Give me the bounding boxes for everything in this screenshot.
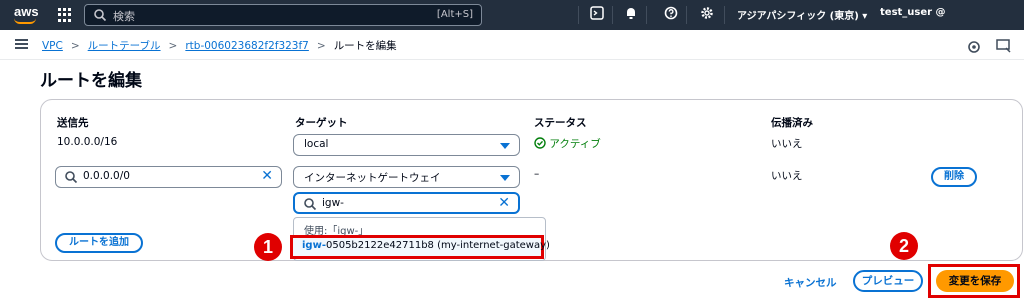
chevron-right-icon: > <box>316 40 326 52</box>
target-filter-value: igw- <box>322 197 344 209</box>
igw-option-match: igw- <box>302 240 326 251</box>
target-select-value: インターネットゲートウェイ <box>304 172 441 184</box>
target-select-value: local <box>304 138 329 150</box>
igw-option-label: igw-0505b2122e42711b8 (my-internet-gatew… <box>302 240 550 251</box>
check-circle-icon <box>534 137 546 149</box>
search-icon <box>304 198 317 211</box>
feedback-icon[interactable] <box>967 39 981 58</box>
destination-input-value: 0.0.0.0/0 <box>83 170 130 182</box>
status-badge: アクティブ <box>534 136 601 151</box>
clear-icon[interactable]: ✕ <box>261 168 273 184</box>
search-icon <box>65 171 78 184</box>
divider <box>578 6 579 24</box>
save-changes-button[interactable]: 変更を保存 <box>936 270 1014 292</box>
column-header-status: ステータス <box>534 117 587 129</box>
menu-icon[interactable] <box>15 39 28 49</box>
bell-icon[interactable] <box>622 6 640 24</box>
region-selector[interactable]: アジアパシフィック (東京) ▾ <box>737 7 867 22</box>
search-icon <box>94 9 107 22</box>
breadcrumb-route-table-id[interactable]: rtb-006023682f2f323f7 <box>185 40 309 52</box>
aws-logo-text: aws <box>14 4 39 19</box>
display-preferences-icon[interactable] <box>996 38 1012 57</box>
igw-option-rest: 0505b2122e42711b8 (my-internet-gateway) <box>325 240 550 251</box>
gear-icon[interactable] <box>698 6 716 24</box>
divider <box>646 6 647 24</box>
add-route-button[interactable]: ルートを追加 <box>55 233 143 253</box>
breadcrumb: VPC > ルートテーブル > rtb-006023682f2f323f7 > ルートを編集 <box>42 38 397 53</box>
account-menu[interactable]: test_user @ <box>880 7 946 18</box>
global-search-input[interactable]: 検索 [Alt+S] <box>84 4 482 26</box>
status-text: アクティブ <box>549 138 601 150</box>
help-icon[interactable] <box>662 6 680 24</box>
column-header-propagated: 伝播済み <box>771 117 813 129</box>
status-text: – <box>534 168 540 180</box>
divider <box>686 6 687 24</box>
search-placeholder: 検索 <box>113 10 135 23</box>
step-marker-1: 1 <box>254 233 282 261</box>
breadcrumb-route-tables[interactable]: ルートテーブル <box>88 40 161 52</box>
route-destination: 10.0.0.0/16 <box>57 136 118 148</box>
top-navigation: aws 検索 [Alt+S] アジアパシフィック (東京) ▾ test_use… <box>0 0 1024 30</box>
column-header-target: ターゲット <box>295 117 348 129</box>
chevron-right-icon: > <box>70 40 80 52</box>
destination-input[interactable]: 0.0.0.0/0 ✕ <box>55 166 282 188</box>
chevron-right-icon: > <box>168 40 178 52</box>
step-marker-2: 2 <box>890 232 918 260</box>
caret-down-icon <box>500 175 510 181</box>
cancel-button[interactable]: キャンセル <box>784 275 837 290</box>
clear-icon[interactable]: ✕ <box>498 195 510 211</box>
search-shortcut: [Alt+S] <box>436 9 473 20</box>
aws-smile-icon <box>14 18 36 24</box>
page-title: ルートを編集 <box>40 71 142 91</box>
breadcrumb-current: ルートを編集 <box>333 40 397 52</box>
preview-button[interactable]: プレビュー <box>853 270 923 292</box>
caret-down-icon <box>500 143 510 149</box>
remove-route-button[interactable]: 削除 <box>931 167 977 187</box>
propagated-value: いいえ <box>771 138 803 150</box>
column-header-destination: 送信先 <box>57 117 89 129</box>
cloudshell-icon[interactable] <box>588 6 606 24</box>
propagated-value: いいえ <box>771 170 803 182</box>
target-filter-input[interactable]: igw- ✕ <box>293 192 520 214</box>
aws-logo[interactable]: aws <box>12 3 42 27</box>
breadcrumb-bar: VPC > ルートテーブル > rtb-006023682f2f323f7 > ルートを編集 <box>0 30 1024 60</box>
igw-option[interactable]: igw-0505b2122e42711b8 (my-internet-gatew… <box>290 235 550 259</box>
services-grid-icon[interactable] <box>58 8 72 22</box>
divider <box>724 6 725 24</box>
breadcrumb-vpc[interactable]: VPC <box>42 40 63 52</box>
divider <box>612 6 613 24</box>
target-select[interactable]: インターネットゲートウェイ <box>293 166 520 188</box>
target-select[interactable]: local <box>293 134 520 156</box>
